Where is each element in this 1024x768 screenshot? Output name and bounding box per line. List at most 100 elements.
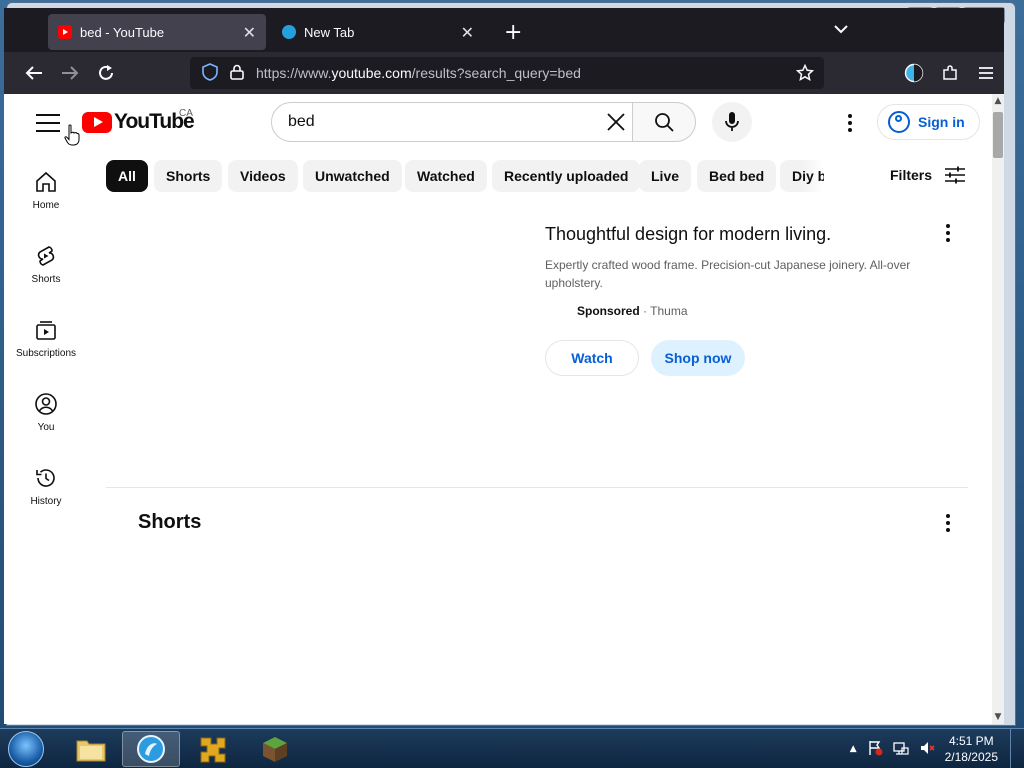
extension-theme-icon[interactable]	[902, 61, 926, 85]
taskbar-app-minecraft[interactable]	[246, 731, 304, 767]
show-desktop-button[interactable]	[1010, 729, 1024, 768]
scroll-thumb[interactable]	[993, 112, 1003, 158]
sponsored-label: Sponsored	[577, 304, 640, 318]
clock[interactable]: 4:51 PM 2/18/2025	[945, 733, 998, 765]
reload-icon[interactable]	[94, 61, 118, 85]
page-scrollbar[interactable]: ▲ ▼	[992, 94, 1004, 724]
guide-item-subscriptions[interactable]: Subscriptions	[4, 318, 88, 359]
shorts-icon	[37, 246, 55, 266]
ad-watch-button[interactable]: Watch	[545, 340, 639, 376]
ad-shop-now-button[interactable]: Shop now	[651, 340, 745, 376]
network-icon[interactable]	[892, 740, 909, 759]
chip-all[interactable]: All	[106, 160, 148, 192]
guide-item-you[interactable]: You	[4, 392, 88, 433]
clock-time: 4:51 PM	[948, 734, 994, 748]
scroll-down-icon[interactable]: ▼	[992, 712, 1004, 722]
chip-watched[interactable]: Watched	[405, 160, 487, 192]
guide-item-home[interactable]: Home	[4, 170, 88, 211]
settings-more-icon[interactable]	[848, 114, 852, 132]
tab-title: bed - YouTube	[80, 24, 165, 40]
filters-button[interactable]: Filters	[890, 166, 966, 184]
forward-arrow-icon[interactable]	[58, 61, 82, 85]
guide-item-shorts[interactable]: Shorts	[4, 244, 88, 285]
guide-item-history[interactable]: History	[4, 466, 88, 507]
address-bar[interactable]: https://www.youtube.com/results?search_q…	[190, 57, 824, 89]
search-button[interactable]	[632, 102, 696, 142]
clear-search-icon[interactable]	[606, 109, 626, 138]
advertiser-name[interactable]: Thuma	[650, 304, 687, 318]
tracking-protection-shield-icon[interactable]	[202, 62, 218, 84]
mouse-pointer-hand-icon	[64, 124, 80, 151]
voice-search-button[interactable]	[712, 102, 752, 142]
new-tab-button[interactable]: +	[504, 20, 522, 45]
youtube-favicon-icon	[58, 25, 72, 39]
chip-bed-bed[interactable]: Bed bed	[697, 160, 777, 192]
chip-unwatched[interactable]: Unwatched	[303, 160, 402, 192]
app-puzzle-icon	[200, 737, 226, 763]
filters-sliders-icon	[945, 166, 966, 184]
ad-description: Expertly crafted wood frame. Precision-c…	[545, 258, 911, 290]
url-text[interactable]: https://www.youtube.com/results?search_q…	[256, 65, 581, 81]
account-avatar-icon	[888, 111, 910, 133]
taskbar-file-explorer[interactable]	[62, 731, 120, 767]
filters-label: Filters	[890, 167, 933, 183]
youtube-logo[interactable]: YouTube	[82, 110, 195, 134]
taskbar-browser[interactable]	[122, 731, 180, 767]
windows-taskbar: ▲ 4:51 PM 2/18/2025	[0, 728, 1024, 768]
shorts-more-options-icon[interactable]	[946, 514, 950, 532]
tab-bar: bed - YouTube ✕ New Tab ✕ +	[4, 8, 1004, 52]
taskbar-app-yellow[interactable]	[184, 731, 242, 767]
ad-more-options-icon[interactable]	[946, 224, 950, 242]
youtube-page: YouTube CA bed Sign in Home Shorts Subsc…	[4, 94, 992, 724]
scroll-up-icon[interactable]: ▲	[992, 96, 1004, 106]
guide-item-label: Shorts	[31, 274, 61, 285]
ad-title[interactable]: Thoughtful design for modern living.	[545, 224, 831, 245]
close-tab-icon[interactable]: ✕	[461, 23, 474, 42]
grass-block-icon	[263, 737, 287, 762]
url-prefix: https://www.	[256, 65, 332, 81]
chip-diy-bed[interactable]: Diy b	[780, 160, 824, 192]
search-query-text: bed	[288, 113, 315, 130]
microphone-icon	[725, 112, 739, 131]
extensions-puzzle-icon[interactable]	[938, 61, 962, 85]
app-menu-hamburger-icon[interactable]	[974, 61, 998, 85]
home-icon	[36, 171, 56, 192]
chip-videos[interactable]: Videos	[228, 160, 298, 192]
edge-favicon-icon	[282, 25, 296, 39]
url-path: /results?search_query=bed	[411, 65, 581, 81]
back-arrow-icon[interactable]	[22, 61, 46, 85]
guide-item-label: Home	[32, 200, 60, 211]
tab-list-chevron-icon[interactable]	[834, 22, 848, 38]
search-input[interactable]: bed	[271, 102, 633, 142]
chip-recently-uploaded[interactable]: Recently uploaded	[492, 160, 641, 192]
shorts-section-heading: Shorts	[138, 511, 202, 533]
sign-in-button[interactable]: Sign in	[877, 104, 980, 140]
clock-date: 2/18/2025	[944, 750, 998, 764]
tab-youtube[interactable]: bed - YouTube ✕	[48, 14, 266, 50]
volume-muted-icon[interactable]	[919, 740, 935, 759]
bookmark-star-icon[interactable]	[795, 63, 815, 85]
ad-meta-separator: ·	[643, 304, 648, 318]
sign-in-label: Sign in	[918, 114, 965, 130]
youtube-play-logo-icon	[82, 111, 112, 133]
guide-item-label: History	[30, 496, 62, 507]
navigation-bar: https://www.youtube.com/results?search_q…	[4, 52, 1004, 94]
show-hidden-icons-icon[interactable]: ▲	[850, 744, 857, 754]
subscriptions-icon	[36, 321, 56, 340]
browser-icon	[137, 735, 165, 763]
start-button[interactable]	[8, 731, 44, 767]
folder-icon	[76, 740, 106, 762]
search-icon	[655, 113, 674, 132]
chip-shorts[interactable]: Shorts	[154, 160, 223, 192]
close-tab-icon[interactable]: ✕	[243, 23, 256, 42]
history-icon	[36, 469, 55, 487]
action-center-flag-icon[interactable]	[867, 740, 883, 759]
ad-meta: Sponsored · Thuma	[577, 304, 688, 318]
guide-menu-button[interactable]	[36, 114, 60, 132]
guide-item-label: You	[37, 422, 55, 433]
guide-item-label: Subscriptions	[15, 348, 77, 359]
region-code: CA	[179, 108, 193, 119]
chip-live[interactable]: Live	[639, 160, 692, 192]
lock-icon[interactable]	[230, 64, 244, 83]
tab-new-tab[interactable]: New Tab ✕	[272, 14, 484, 50]
